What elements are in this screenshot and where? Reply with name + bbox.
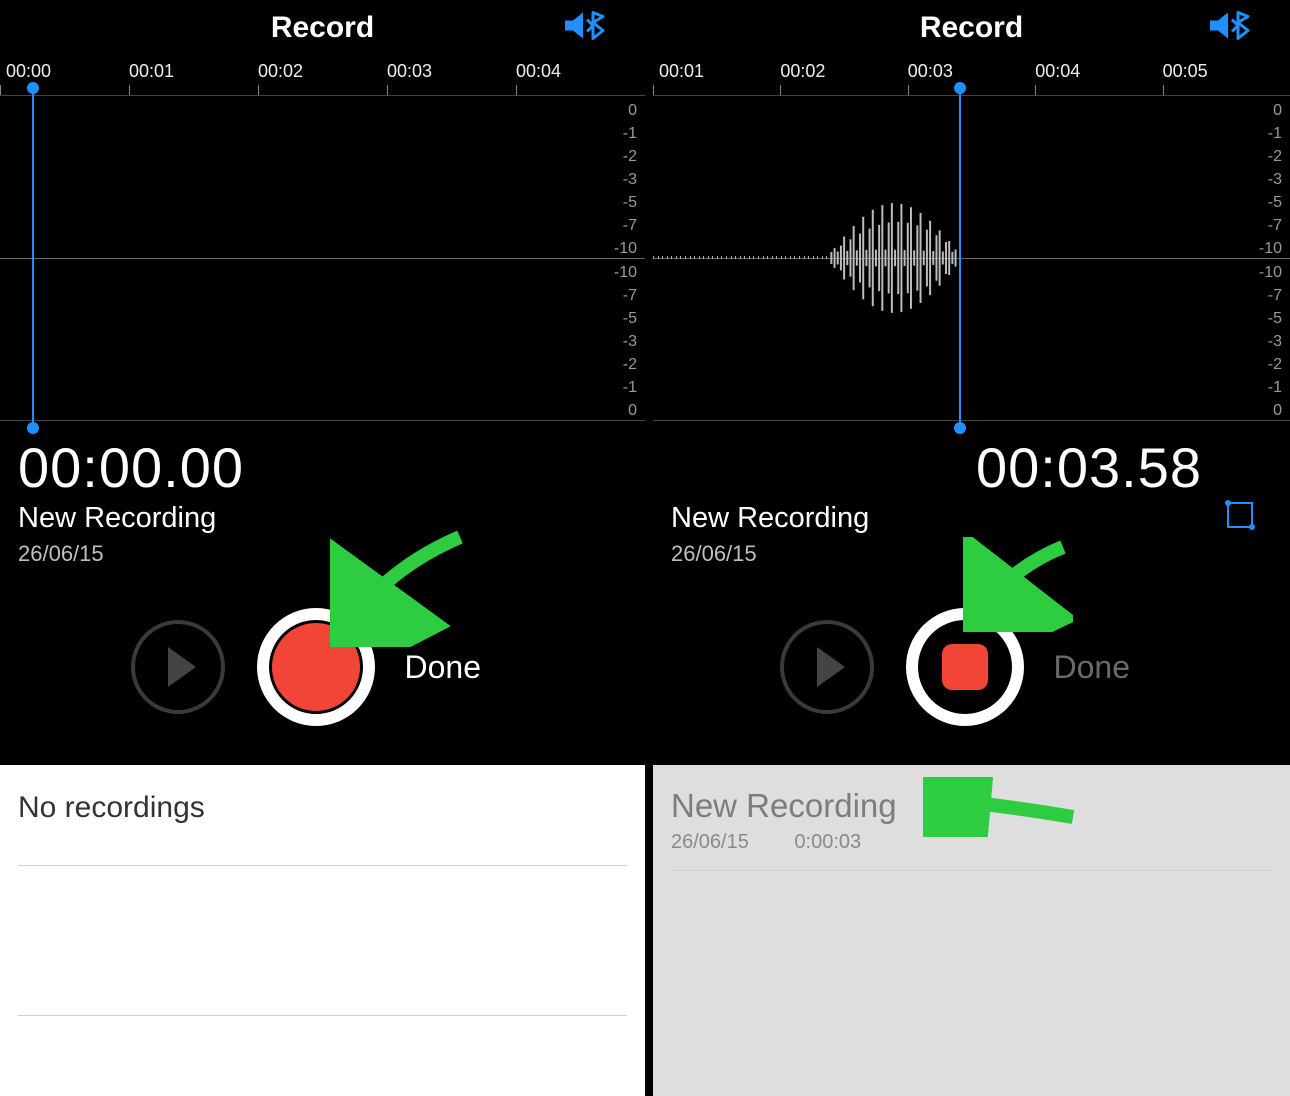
- db-label: -7: [1268, 287, 1282, 305]
- recording-name: New Recording: [671, 502, 1272, 535]
- play-icon: [168, 647, 196, 687]
- header: Record: [0, 0, 645, 56]
- waveform-silence: [653, 256, 831, 260]
- db-label: -2: [623, 148, 637, 166]
- db-label: 0: [628, 102, 637, 120]
- record-icon: [269, 620, 363, 714]
- recording-date: 26/06/15: [671, 541, 1272, 567]
- recording-meta: 00:00.00 New Recording 26/06/15: [0, 421, 645, 567]
- db-label: -2: [1268, 356, 1282, 374]
- db-label: -2: [1268, 148, 1282, 166]
- play-button[interactable]: [780, 620, 874, 714]
- ruler-tick-label: 00:02: [258, 61, 303, 82]
- record-button[interactable]: [257, 608, 375, 726]
- db-label: -1: [1268, 125, 1282, 143]
- db-label: -2: [623, 356, 637, 374]
- recordings-list[interactable]: New Recording 26/06/15 0:00:03: [653, 765, 1290, 1096]
- db-label: -5: [1268, 310, 1282, 328]
- recording-date: 26/06/15: [18, 541, 627, 567]
- db-label: -1: [623, 379, 637, 397]
- recording-name: New Recording: [18, 502, 627, 535]
- db-label: -3: [623, 171, 637, 189]
- db-label: -1: [1268, 379, 1282, 397]
- ruler-tick-label: 00:01: [129, 61, 174, 82]
- db-label: -1: [623, 125, 637, 143]
- db-label: -10: [614, 264, 637, 282]
- db-label: 0: [628, 402, 637, 420]
- db-label: -3: [1268, 333, 1282, 351]
- list-divider: [18, 966, 627, 1016]
- db-label: -10: [614, 240, 637, 258]
- waveform-area[interactable]: 0-1-2-3-5-7-10-10-7-5-3-2-10: [0, 96, 645, 421]
- header: Record: [653, 0, 1290, 56]
- ruler-tick-label: 00:03: [908, 61, 953, 82]
- db-label: -3: [623, 333, 637, 351]
- controls-row: Done: [0, 597, 645, 737]
- controls-row: Done: [653, 597, 1290, 737]
- recordings-list[interactable]: No recordings: [0, 765, 645, 1096]
- page-title: Record: [920, 11, 1023, 45]
- db-label: -7: [1268, 217, 1282, 235]
- db-label: -7: [623, 287, 637, 305]
- db-label: 0: [1273, 402, 1282, 420]
- list-item-duration: 0:00:03: [794, 831, 861, 853]
- ruler-tick-label: 00:05: [1163, 61, 1208, 82]
- bluetooth-audio-icon[interactable]: [1208, 9, 1252, 48]
- db-label: -10: [1259, 264, 1282, 282]
- ruler-tick-label: 00:04: [516, 61, 561, 82]
- timeline-ruler[interactable]: 00:0000:0100:0200:0300:0400:05: [0, 56, 645, 96]
- playhead[interactable]: [959, 88, 961, 428]
- done-button[interactable]: Done: [405, 649, 515, 686]
- ruler-tick-label: 00:00: [6, 61, 51, 82]
- panel-during-recording: Record 00:0100:0200:0300:0400:0500:06 0-…: [645, 0, 1290, 1096]
- done-button: Done: [1054, 649, 1164, 686]
- stop-icon: [942, 644, 988, 690]
- recording-meta: 00:03.58 New Recording 26/06/15: [653, 421, 1290, 567]
- db-label: -5: [1268, 194, 1282, 212]
- db-label: -7: [623, 217, 637, 235]
- playhead[interactable]: [32, 88, 34, 428]
- list-item-date: 26/06/15: [671, 831, 749, 853]
- db-label: -5: [623, 310, 637, 328]
- db-label: -5: [623, 194, 637, 212]
- page-title: Record: [271, 11, 374, 45]
- waveform-area[interactable]: 0-1-2-3-5-7-10-10-7-5-3-2-10: [653, 96, 1290, 421]
- db-label: -3: [1268, 171, 1282, 189]
- ruler-tick-label: 00:04: [1035, 61, 1080, 82]
- play-button[interactable]: [131, 620, 225, 714]
- ruler-tick-label: 00:03: [387, 61, 432, 82]
- db-label: 0: [1273, 102, 1282, 120]
- panel-before-recording: Record 00:0000:0100:0200:0300:0400:05 0-…: [0, 0, 645, 1096]
- timeline-ruler[interactable]: 00:0100:0200:0300:0400:0500:06: [653, 56, 1290, 96]
- time-readout: 00:03.58: [671, 435, 1272, 500]
- ruler-tick-label: 00:02: [780, 61, 825, 82]
- crop-icon[interactable]: [1216, 491, 1262, 542]
- ruler-tick-label: 00:01: [659, 61, 704, 82]
- list-item-meta: 26/06/15 0:00:03: [671, 831, 1272, 854]
- stop-button[interactable]: [906, 608, 1024, 726]
- bluetooth-audio-icon[interactable]: [563, 9, 607, 48]
- waveform-midline: [0, 258, 645, 259]
- empty-list-label: No recordings: [18, 787, 627, 866]
- list-item[interactable]: New Recording 26/06/15 0:00:03: [671, 787, 1272, 871]
- db-label: -10: [1259, 240, 1282, 258]
- time-readout: 00:00.00: [18, 435, 627, 500]
- play-icon: [817, 647, 845, 687]
- list-item-title: New Recording: [671, 787, 1272, 825]
